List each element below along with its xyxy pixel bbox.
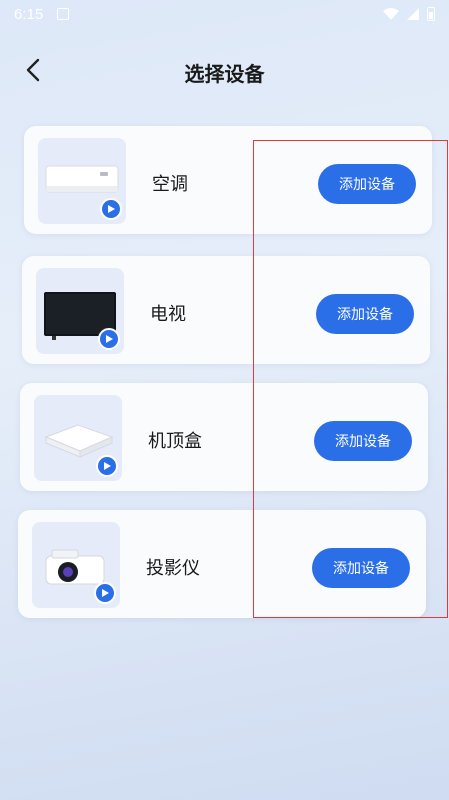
notification-icon: [57, 8, 70, 20]
status-time: 6:15: [14, 5, 44, 23]
play-button[interactable]: [96, 455, 118, 477]
status-icons: [383, 7, 435, 21]
device-thumbnail: [38, 138, 126, 224]
device-thumbnail: [32, 522, 120, 608]
status-bar: 6:15: [0, 0, 449, 28]
signal-icon: [407, 8, 419, 20]
device-name: 电视: [150, 304, 186, 325]
wifi-icon: [383, 8, 399, 20]
device-name: 投影仪: [146, 558, 200, 579]
play-button[interactable]: [98, 328, 120, 350]
play-button[interactable]: [100, 198, 122, 220]
play-icon: [108, 205, 115, 213]
nav-bar: 选择设备: [0, 46, 449, 94]
device-thumbnail: [36, 268, 124, 354]
page-title: 选择设备: [184, 62, 265, 86]
device-name: 空调: [152, 174, 188, 195]
battery-icon: [427, 7, 435, 21]
play-icon: [102, 589, 109, 597]
device-thumbnail: [34, 395, 122, 481]
device-name: 机顶盒: [148, 431, 202, 452]
highlight-annotation: [253, 140, 448, 618]
play-icon: [106, 335, 113, 343]
play-icon: [104, 462, 111, 470]
play-button[interactable]: [94, 582, 116, 604]
